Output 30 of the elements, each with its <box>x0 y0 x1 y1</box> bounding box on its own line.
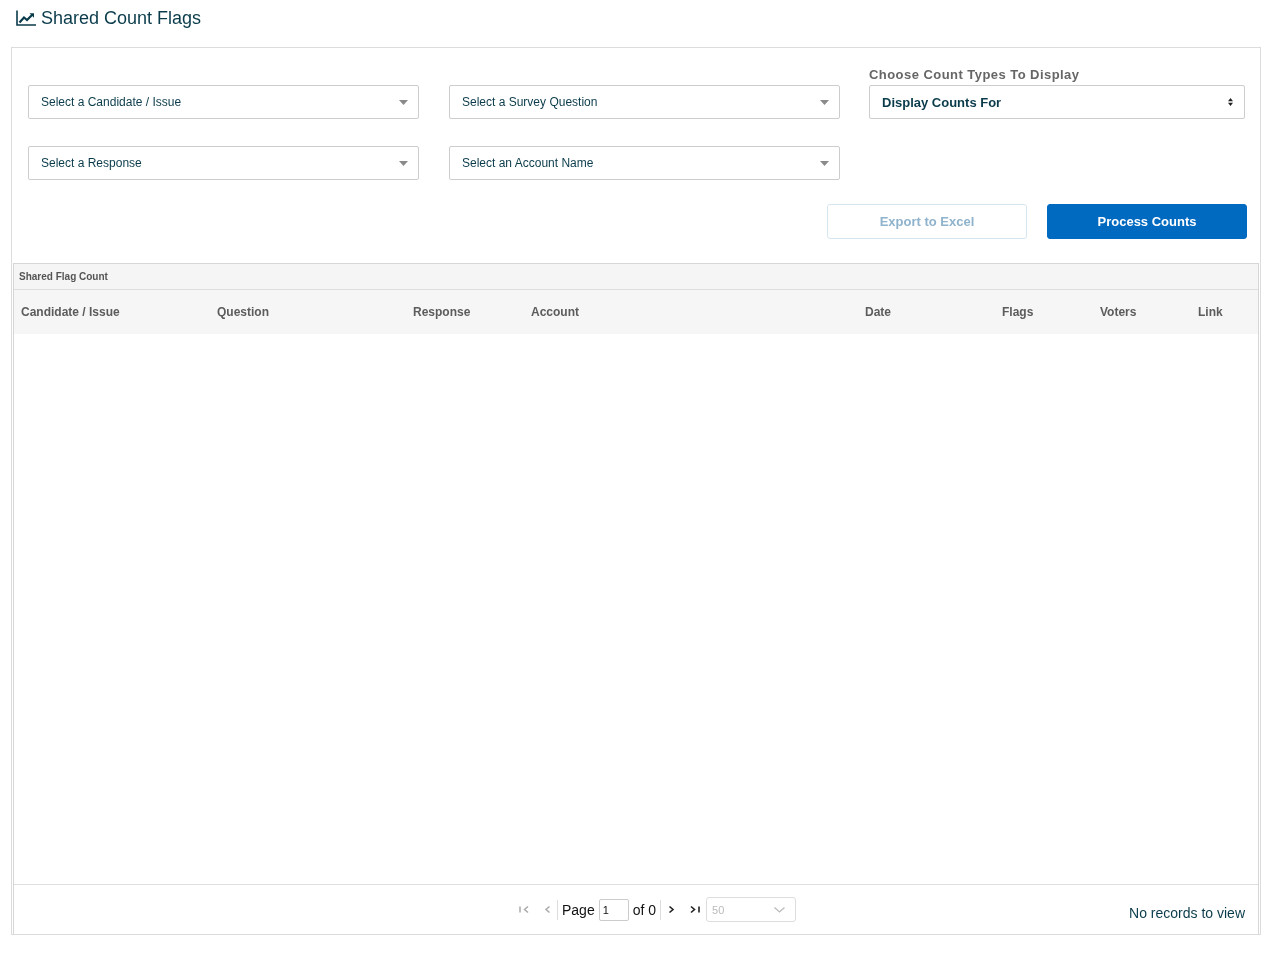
column-header[interactable]: Date <box>865 305 891 319</box>
column-header[interactable]: Voters <box>1100 305 1137 319</box>
chevron-right-icon[interactable] <box>668 905 676 914</box>
caret-icon <box>399 160 408 166</box>
select-dropdown[interactable]: Select a Response <box>28 146 419 180</box>
select-dropdown[interactable]: Select a Survey Question <box>449 85 840 119</box>
caret-icon <box>820 99 829 105</box>
column-header[interactable]: Link <box>1198 305 1223 319</box>
caret-icon <box>820 160 829 166</box>
caret-icon <box>399 99 408 105</box>
column-header[interactable]: Response <box>413 305 471 319</box>
page-label: Page <box>561 901 595 918</box>
select-dropdown[interactable]: Select an Account Name <box>449 146 840 180</box>
column-header[interactable]: Candidate / Issue <box>21 305 120 319</box>
page-title: Shared Count Flags <box>41 7 202 29</box>
count-types-label: Choose Count Types To Display <box>869 67 1081 83</box>
page-number-input[interactable]: 1 <box>598 898 629 921</box>
last-page-icon[interactable] <box>689 905 701 914</box>
column-header[interactable]: Question <box>217 305 269 319</box>
action-button[interactable]: Process Counts <box>1047 204 1247 239</box>
page-count-label: of 0 <box>632 901 657 918</box>
column-header[interactable]: Account <box>531 305 579 319</box>
records-status: No records to view <box>1129 904 1245 921</box>
line-chart-icon <box>16 10 36 26</box>
grid-caption: Shared Flag Count <box>19 271 108 282</box>
count-types-dropdown[interactable]: Display Counts For <box>869 85 1245 119</box>
select-dropdown[interactable]: Select a Candidate / Issue <box>28 85 419 119</box>
column-header[interactable]: Flags <box>1002 305 1034 319</box>
chevron-down-icon <box>774 906 786 913</box>
up-down-arrows-icon <box>1228 98 1233 106</box>
